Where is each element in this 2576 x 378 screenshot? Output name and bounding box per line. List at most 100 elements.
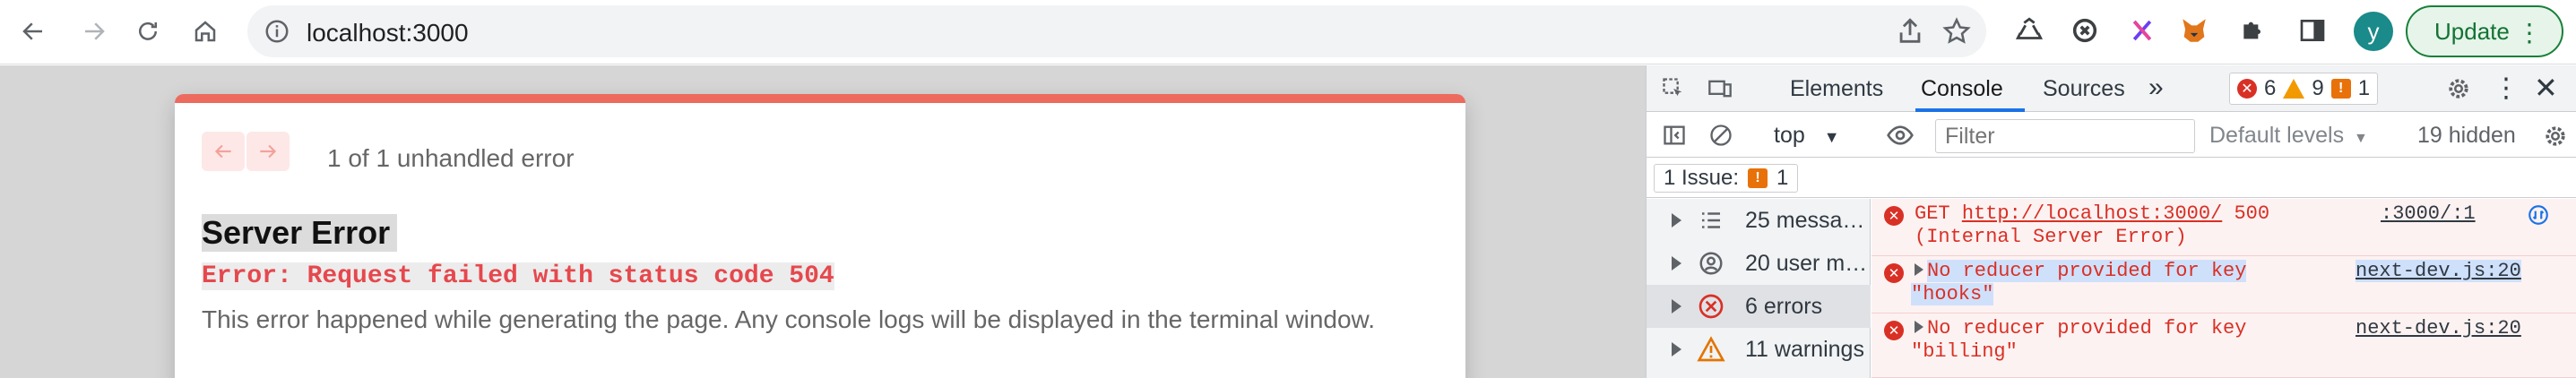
- address-bar[interactable]: localhost:3000: [247, 5, 1986, 57]
- sidebar-item-errors[interactable]: 6 errors: [1647, 285, 1871, 328]
- warning-triangle-icon: [1695, 333, 1727, 365]
- user-icon: [1695, 247, 1727, 279]
- expand-triangle-icon[interactable]: [1915, 321, 1923, 333]
- levels-caret-icon: ▼: [2354, 131, 2368, 146]
- sidebar-item-messages[interactable]: 25 messa…: [1647, 199, 1871, 242]
- update-button[interactable]: Update ⋮: [2406, 5, 2563, 57]
- x-extension-icon[interactable]: [2124, 13, 2160, 48]
- expand-triangle-icon: [1672, 256, 1681, 271]
- sidebar-item-label: 25 messa…: [1745, 207, 1865, 233]
- error-count-icon: ✕: [2237, 79, 2257, 99]
- issues-bar: 1 Issue: ! 1: [1647, 159, 2576, 198]
- list-icon: [1695, 204, 1727, 236]
- error-overlay-dialog: 1 of 1 unhandled error Server Error Erro…: [175, 94, 1465, 378]
- issue-count-icon: !: [2330, 79, 2351, 99]
- issues-button[interactable]: 1 Issue: ! 1: [1654, 164, 1799, 193]
- error-icon: ✕: [1884, 206, 1904, 226]
- warning-count-icon: [2283, 79, 2305, 99]
- console-message[interactable]: ✕ No reducer provided for key "billing" …: [1871, 314, 2576, 378]
- message-line-1: GET http://localhost:3000/ 500: [1915, 202, 2270, 225]
- console-counts-badge[interactable]: ✕ 6 9 ! 1: [2229, 73, 2379, 105]
- active-tab-indicator: [1915, 108, 2025, 112]
- console-sidebar: 25 messa… 20 user m… 6 errors 11 warning…: [1647, 199, 1871, 378]
- expand-triangle-icon: [1672, 299, 1681, 314]
- message-line-2: (Internal Server Error): [1915, 226, 2187, 248]
- issue-icon: !: [1748, 168, 1768, 188]
- side-panel-icon[interactable]: [2295, 13, 2330, 48]
- error-description: This error happened while generating the…: [202, 305, 1376, 333]
- issue-count: 1: [2357, 76, 2371, 100]
- error-icon: ✕: [1884, 321, 1904, 340]
- message-line-2: "hooks": [1911, 283, 1994, 305]
- message-line-1: No reducer provided for key: [1915, 260, 2247, 283]
- sidebar-toggle-icon[interactable]: [1661, 122, 1688, 149]
- sidebar-item-user-messages[interactable]: 20 user m…: [1647, 242, 1871, 285]
- arrow-right-icon: [260, 144, 277, 159]
- arrow-left-icon: [214, 144, 231, 159]
- url-text[interactable]: localhost:3000: [307, 19, 469, 47]
- forward-icon: [85, 22, 105, 40]
- warning-count: 9: [2312, 76, 2324, 100]
- tab-elements[interactable]: Elements: [1790, 76, 1883, 102]
- error-circle-icon: [1695, 290, 1727, 322]
- forward-button[interactable]: [72, 9, 117, 54]
- previous-error-button[interactable]: [202, 132, 245, 171]
- console-message[interactable]: ✕ GET http://localhost:3000/ 500 (Intern…: [1871, 199, 2576, 256]
- profile-avatar[interactable]: y: [2354, 12, 2393, 51]
- message-line-1: No reducer provided for key: [1915, 317, 2246, 340]
- update-label: Update: [2434, 17, 2510, 45]
- metamask-fox-icon[interactable]: [2176, 13, 2212, 48]
- message-line-2: "billing": [1911, 340, 2018, 363]
- home-icon: [194, 21, 216, 42]
- clear-console-icon[interactable]: [1707, 122, 1734, 149]
- settings-gear-icon[interactable]: [2444, 74, 2473, 103]
- source-link[interactable]: :3000/:1: [2381, 202, 2476, 225]
- tab-console[interactable]: Console: [1921, 76, 2003, 102]
- more-tabs-icon[interactable]: »: [2148, 73, 2164, 103]
- log-levels-select[interactable]: Default levels ▼: [2209, 123, 2368, 149]
- puzzle-extensions-icon[interactable]: [2235, 13, 2271, 48]
- console-toolbar: top ▼ Default levels ▼ 19 hidden: [1647, 113, 2576, 158]
- back-button[interactable]: [11, 9, 56, 54]
- star-icon[interactable]: [1941, 16, 1972, 47]
- next-error-button[interactable]: [246, 132, 290, 171]
- home-button[interactable]: [183, 9, 228, 54]
- reload-button[interactable]: [125, 9, 170, 54]
- network-request-icon[interactable]: [2526, 202, 2551, 228]
- recycle-extension-icon[interactable]: [2011, 13, 2047, 48]
- log-levels-label: Default levels: [2209, 123, 2345, 148]
- tab-sources[interactable]: Sources: [2043, 76, 2125, 102]
- context-select[interactable]: top ▼: [1774, 123, 1840, 149]
- share-icon[interactable]: [1895, 16, 1925, 47]
- issues-count: 1: [1776, 166, 1789, 190]
- devtools-tab-bar: Elements Console Sources » ✕ 6 9 ! 1 ⋮ ✕: [1647, 65, 2576, 112]
- error-count: 6: [2264, 76, 2277, 100]
- back-icon: [22, 22, 42, 40]
- live-expression-eye-icon[interactable]: [1885, 122, 1915, 149]
- sidebar-item-warnings[interactable]: 11 warnings: [1647, 328, 1871, 371]
- more-options-icon[interactable]: ⋮: [2493, 73, 2520, 104]
- page-viewport: 1 of 1 unhandled error Server Error Erro…: [0, 65, 1646, 378]
- expand-triangle-icon[interactable]: [1915, 263, 1923, 276]
- sidebar-item-label: 20 user m…: [1745, 250, 1868, 276]
- inspect-element-icon[interactable]: [1659, 74, 1688, 103]
- expand-triangle-icon: [1672, 342, 1681, 357]
- console-filter-input[interactable]: [1935, 119, 2195, 153]
- close-devtools-icon[interactable]: ✕: [2534, 71, 2558, 105]
- source-link[interactable]: next-dev.js:20: [2356, 260, 2521, 282]
- error-icon: ✕: [1884, 263, 1904, 283]
- reload-icon: [139, 21, 157, 40]
- console-settings-gear-icon[interactable]: [2541, 122, 2570, 150]
- sync-extension-icon[interactable]: [2067, 13, 2103, 48]
- console-message[interactable]: ✕ No reducer provided for key "hooks" ne…: [1871, 256, 2576, 314]
- device-toolbar-icon[interactable]: [1706, 74, 1734, 103]
- error-message: Error: Request failed with status code 5…: [202, 262, 834, 290]
- menu-dots-icon: ⋮: [2517, 19, 2542, 47]
- info-icon[interactable]: [264, 18, 290, 45]
- error-title: Server Error: [202, 214, 398, 252]
- source-link[interactable]: next-dev.js:20: [2356, 317, 2521, 339]
- sidebar-item-label: 11 warnings: [1745, 336, 1864, 362]
- browser-toolbar: localhost:3000 y Update ⋮: [0, 0, 2576, 64]
- request-url-link[interactable]: http://localhost:3000/: [1962, 202, 2222, 225]
- issues-label: 1 Issue:: [1664, 166, 1740, 190]
